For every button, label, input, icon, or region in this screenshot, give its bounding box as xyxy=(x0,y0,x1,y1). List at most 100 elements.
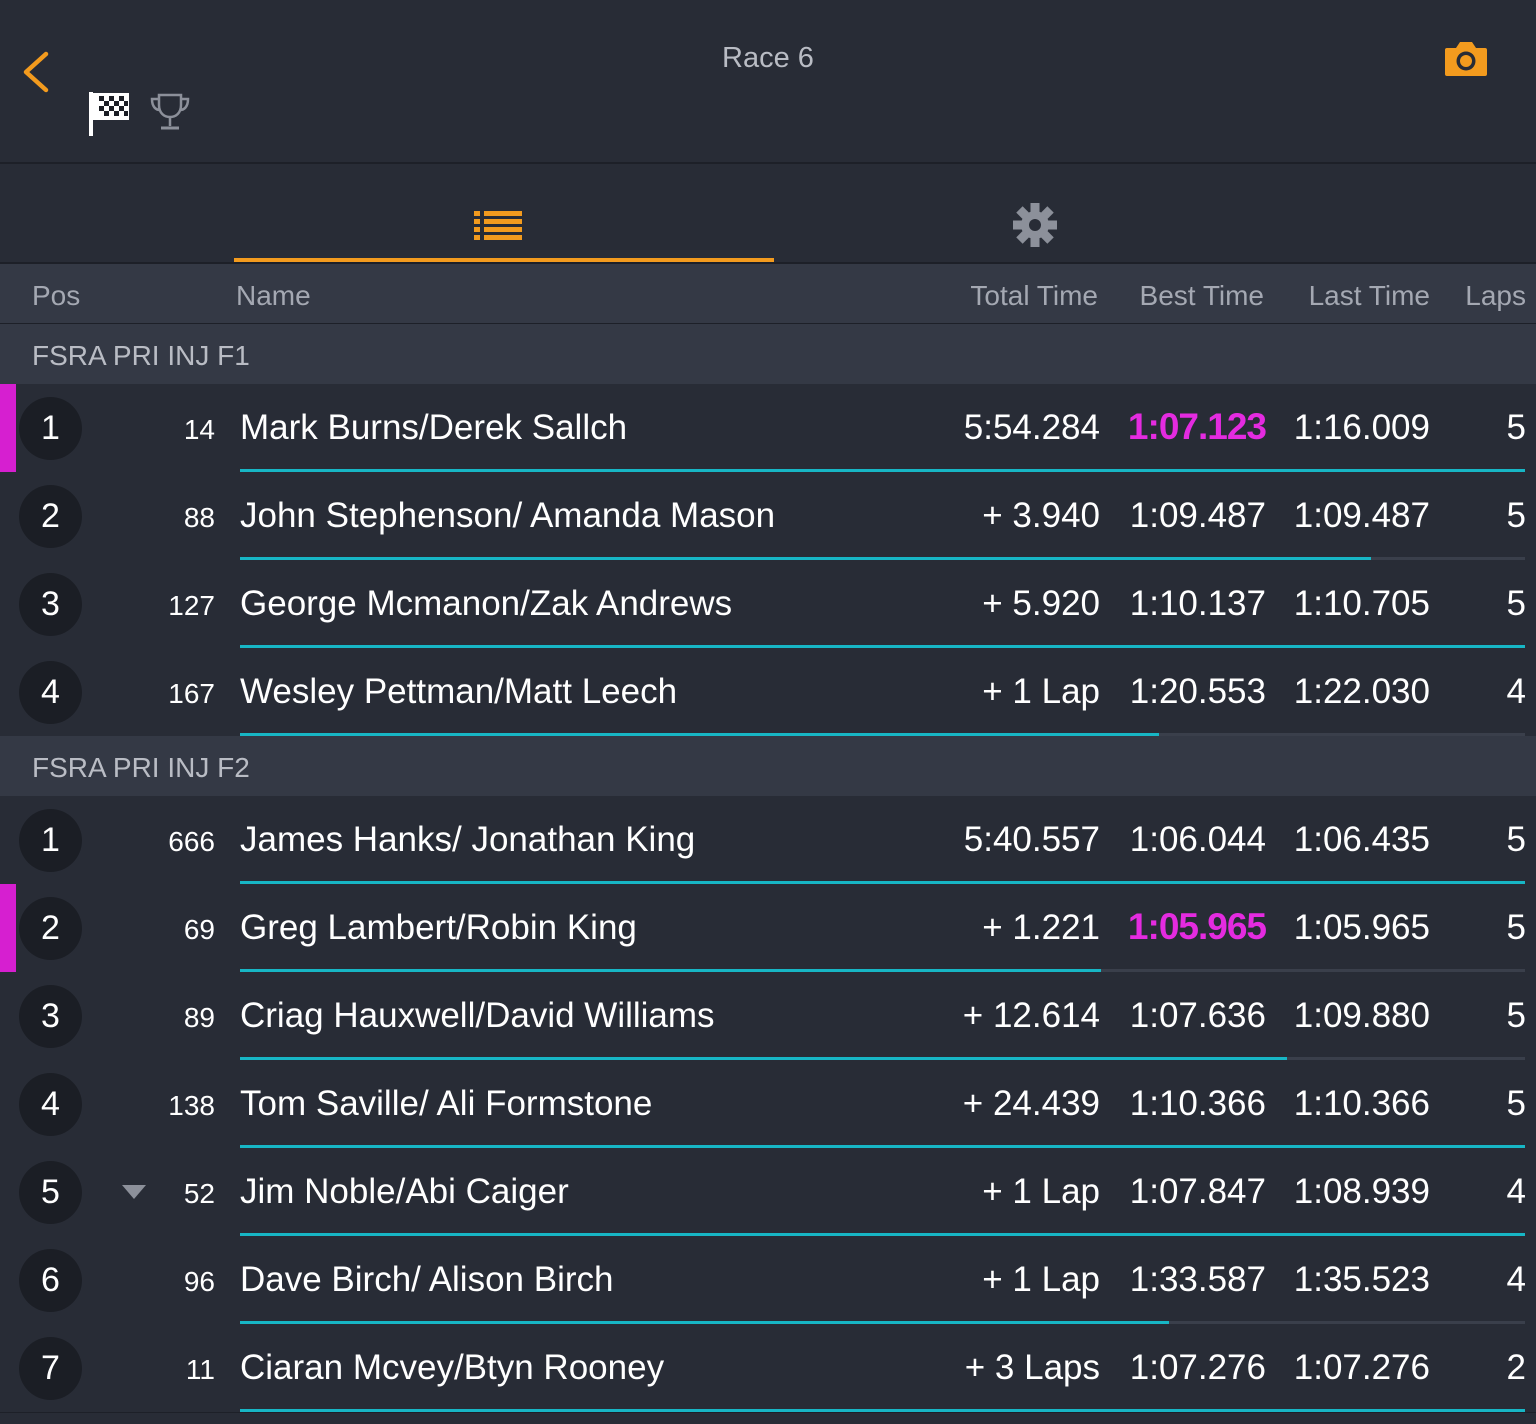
col-total-time[interactable]: Total Time xyxy=(970,280,1098,312)
best-time: 1:07.847 xyxy=(1129,1172,1266,1211)
result-row[interactable]: 4 167 Wesley Pettman/Matt Leech + 1 Lap 1:20… xyxy=(0,648,1536,737)
camera-button[interactable] xyxy=(1443,40,1489,78)
last-time: 1:08.939 xyxy=(1293,1172,1430,1211)
last-time: 1:06.435 xyxy=(1293,820,1430,859)
progress-bar xyxy=(240,1409,1525,1412)
driver-name: Dave Birch/ Alison Birch xyxy=(240,1260,614,1299)
result-row[interactable]: 4 138 Tom Saville/ Ali Formstone + 24.439 1:… xyxy=(0,1060,1536,1149)
result-row[interactable]: 2 69 Greg Lambert/Robin King + 1.221 1:05.96… xyxy=(0,884,1536,973)
group-label: FSRA PRI INJ F1 xyxy=(32,340,250,371)
last-time: 1:10.366 xyxy=(1293,1084,1430,1123)
col-best-time[interactable]: Best Time xyxy=(1140,280,1264,312)
result-row[interactable]: 2 88 John Stephenson/ Amanda Mason + 3.940 1… xyxy=(0,472,1536,561)
last-time: 1:35.523 xyxy=(1293,1260,1430,1299)
position-badge: 1 xyxy=(19,809,82,872)
list-icon xyxy=(474,211,522,240)
result-row[interactable]: 3 89 Criag Hauxwell/David Williams + 12.614… xyxy=(0,972,1536,1061)
driver-name: John Stephenson/ Amanda Mason xyxy=(240,496,776,535)
result-row[interactable]: 1 666 James Hanks/ Jonathan King 5:40.557 1:… xyxy=(0,796,1536,885)
last-time: 1:16.009 xyxy=(1293,408,1430,447)
fastest-lap-marker xyxy=(0,884,16,972)
total-time: + 3 Laps xyxy=(964,1348,1100,1387)
car-number: 14 xyxy=(183,414,215,445)
lap-count: 4 xyxy=(1506,672,1526,711)
car-number: 138 xyxy=(168,1090,215,1121)
total-time: + 1 Lap xyxy=(982,672,1100,711)
lap-count: 5 xyxy=(1506,584,1526,623)
driver-name: Mark Burns/Derek Sallch xyxy=(240,408,628,447)
driver-name: Ciaran Mcvey/Btyn Rooney xyxy=(240,1348,665,1387)
lap-count: 5 xyxy=(1506,1084,1526,1123)
app-header: Race 6 xyxy=(0,0,1536,164)
total-time: + 1 Lap xyxy=(982,1260,1100,1299)
tab-bar xyxy=(0,164,1536,264)
best-time: 1:10.366 xyxy=(1129,1084,1266,1123)
lap-count: 4 xyxy=(1506,1260,1526,1299)
best-time: 1:06.044 xyxy=(1129,820,1266,859)
result-row[interactable]: 5 52 Jim Noble/Abi Caiger + 1 Lap 1:07.847 1:… xyxy=(0,1148,1536,1237)
driver-name: Tom Saville/ Ali Formstone xyxy=(240,1084,653,1123)
position-badge: 2 xyxy=(19,485,82,548)
best-time: 1:09.487 xyxy=(1129,496,1266,535)
driver-name: Wesley Pettman/Matt Leech xyxy=(240,672,678,711)
total-time: 5:54.284 xyxy=(963,408,1100,447)
checkered-flag-icon[interactable] xyxy=(88,90,132,136)
trophy-icon[interactable] xyxy=(148,92,192,134)
position-badge: 2 xyxy=(19,897,82,960)
total-time: + 1.221 xyxy=(982,908,1100,947)
camera-icon xyxy=(1445,42,1487,76)
position-badge: 6 xyxy=(19,1249,82,1312)
group-header: FSRA PRI INJ F1 xyxy=(0,324,1536,385)
car-number: 666 xyxy=(168,826,215,857)
total-time: + 3.940 xyxy=(982,496,1100,535)
position-badge: 5 xyxy=(19,1161,82,1224)
best-time: 1:07.276 xyxy=(1129,1348,1266,1387)
last-time: 1:22.030 xyxy=(1293,672,1430,711)
car-number: 89 xyxy=(183,1002,215,1033)
position-badge: 7 xyxy=(19,1337,82,1400)
car-number: 167 xyxy=(168,678,215,709)
last-time: 1:07.276 xyxy=(1293,1348,1430,1387)
result-row[interactable]: 1 14 Mark Burns/Derek Sallch 5:54.284 1:07.1… xyxy=(0,384,1536,473)
position-badge: 4 xyxy=(19,1073,82,1136)
lap-count: 5 xyxy=(1506,408,1526,447)
col-last-time[interactable]: Last Time xyxy=(1309,280,1430,312)
lap-count: 5 xyxy=(1506,820,1526,859)
last-time: 1:09.487 xyxy=(1293,496,1430,535)
page-title: Race 6 xyxy=(722,42,814,74)
driver-name: Jim Noble/Abi Caiger xyxy=(240,1172,569,1211)
lap-count: 5 xyxy=(1506,496,1526,535)
last-time: 1:10.705 xyxy=(1293,584,1430,623)
active-tab-indicator xyxy=(234,258,774,262)
lap-count: 5 xyxy=(1506,908,1526,947)
best-time: 1:07.123 xyxy=(1127,406,1267,447)
car-number: 127 xyxy=(168,590,215,621)
total-time: 5:40.557 xyxy=(963,820,1100,859)
car-number: 52 xyxy=(183,1178,215,1209)
driver-name: James Hanks/ Jonathan King xyxy=(240,820,696,859)
best-time: 1:10.137 xyxy=(1129,584,1266,623)
group-header: FSRA PRI INJ F2 xyxy=(0,736,1536,797)
tab-settings[interactable] xyxy=(774,164,1296,262)
total-time: + 24.439 xyxy=(962,1084,1100,1123)
result-row[interactable]: 7 11 Ciaran Mcvey/Btyn Rooney + 3 Laps 1:07.… xyxy=(0,1324,1536,1413)
tab-results-list[interactable] xyxy=(234,164,774,262)
best-time: 1:07.636 xyxy=(1129,996,1266,1035)
result-row[interactable]: 3 127 George Mcmanon/Zak Andrews + 5.920 1:1… xyxy=(0,560,1536,649)
col-name[interactable]: Name xyxy=(236,280,311,312)
lap-count: 2 xyxy=(1506,1348,1526,1387)
column-header-row: Pos Name Total Time Best Time Last Time … xyxy=(0,264,1536,324)
total-time: + 12.614 xyxy=(962,996,1100,1035)
fastest-lap-marker xyxy=(0,384,16,472)
result-row[interactable]: 6 96 Dave Birch/ Alison Birch + 1 Lap 1:33.5… xyxy=(0,1236,1536,1325)
total-time: + 5.920 xyxy=(982,584,1100,623)
lap-count: 4 xyxy=(1506,1172,1526,1211)
best-time: 1:33.587 xyxy=(1129,1260,1266,1299)
col-laps[interactable]: Laps xyxy=(1465,280,1526,312)
position-badge: 1 xyxy=(19,397,82,460)
progress-track xyxy=(240,1409,1525,1412)
best-time: 1:05.965 xyxy=(1127,906,1267,947)
gear-icon xyxy=(1013,203,1057,247)
col-pos[interactable]: Pos xyxy=(32,280,80,312)
best-time: 1:20.553 xyxy=(1129,672,1266,711)
